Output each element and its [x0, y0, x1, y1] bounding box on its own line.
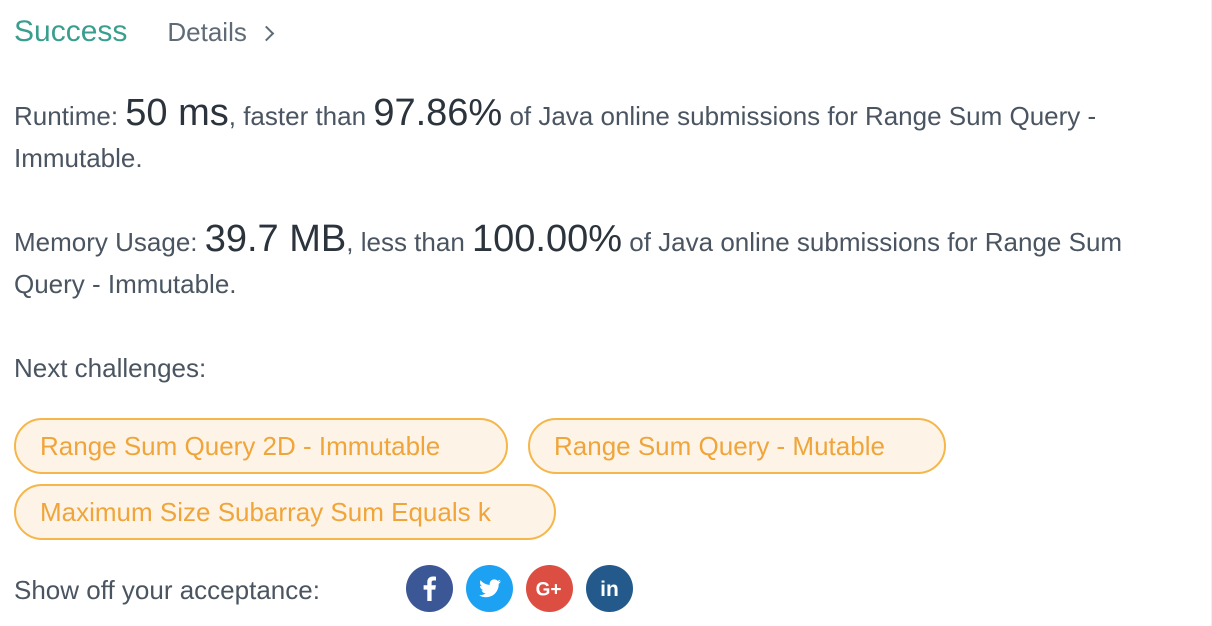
runtime-value: 50 ms — [125, 92, 229, 134]
runtime-percentile: 97.86% — [373, 92, 503, 134]
challenge-chip-range-sum-query-2d[interactable]: Range Sum Query 2D - Immutable — [14, 418, 508, 474]
twitter-icon — [479, 579, 501, 598]
memory-value: 39.7 MB — [204, 218, 347, 260]
challenge-chip-max-size-subarray-sum[interactable]: Maximum Size Subarray Sum Equals k — [14, 484, 556, 540]
svg-text:G+: G+ — [536, 580, 562, 601]
google-plus-share-button[interactable]: G+ — [526, 565, 573, 612]
details-link[interactable]: Details — [167, 12, 275, 52]
memory-comparison: , less than — [346, 227, 465, 257]
submission-result-panel: Success Details Runtime: 50 ms, faster t… — [0, 0, 1212, 626]
twitter-share-button[interactable] — [466, 565, 513, 612]
result-header: Success Details — [14, 12, 275, 52]
svg-text:in: in — [600, 578, 619, 601]
facebook-share-button[interactable] — [406, 565, 453, 612]
next-challenges-label: Next challenges: — [14, 353, 207, 383]
details-label: Details — [167, 17, 247, 47]
status-label: Success — [14, 15, 128, 48]
runtime-label: Runtime: — [14, 101, 119, 131]
facebook-icon — [423, 576, 436, 601]
linkedin-icon: in — [600, 578, 619, 601]
chevron-right-icon — [258, 25, 275, 41]
linkedin-share-button[interactable]: in — [586, 565, 633, 612]
runtime-comparison: , faster than — [228, 101, 367, 131]
share-label: Show off your acceptance: — [14, 575, 320, 605]
memory-summary: Memory Usage: 39.7 MB, less than 100.00%… — [14, 218, 1184, 305]
runtime-summary: Runtime: 50 ms, faster than 97.86% of Ja… — [14, 92, 1184, 179]
google-plus-icon: G+ — [536, 580, 562, 601]
challenge-chip-range-sum-query-mutable[interactable]: Range Sum Query - Mutable — [528, 418, 946, 474]
memory-label: Memory Usage: — [14, 227, 198, 257]
memory-percentile: 100.00% — [472, 218, 623, 260]
